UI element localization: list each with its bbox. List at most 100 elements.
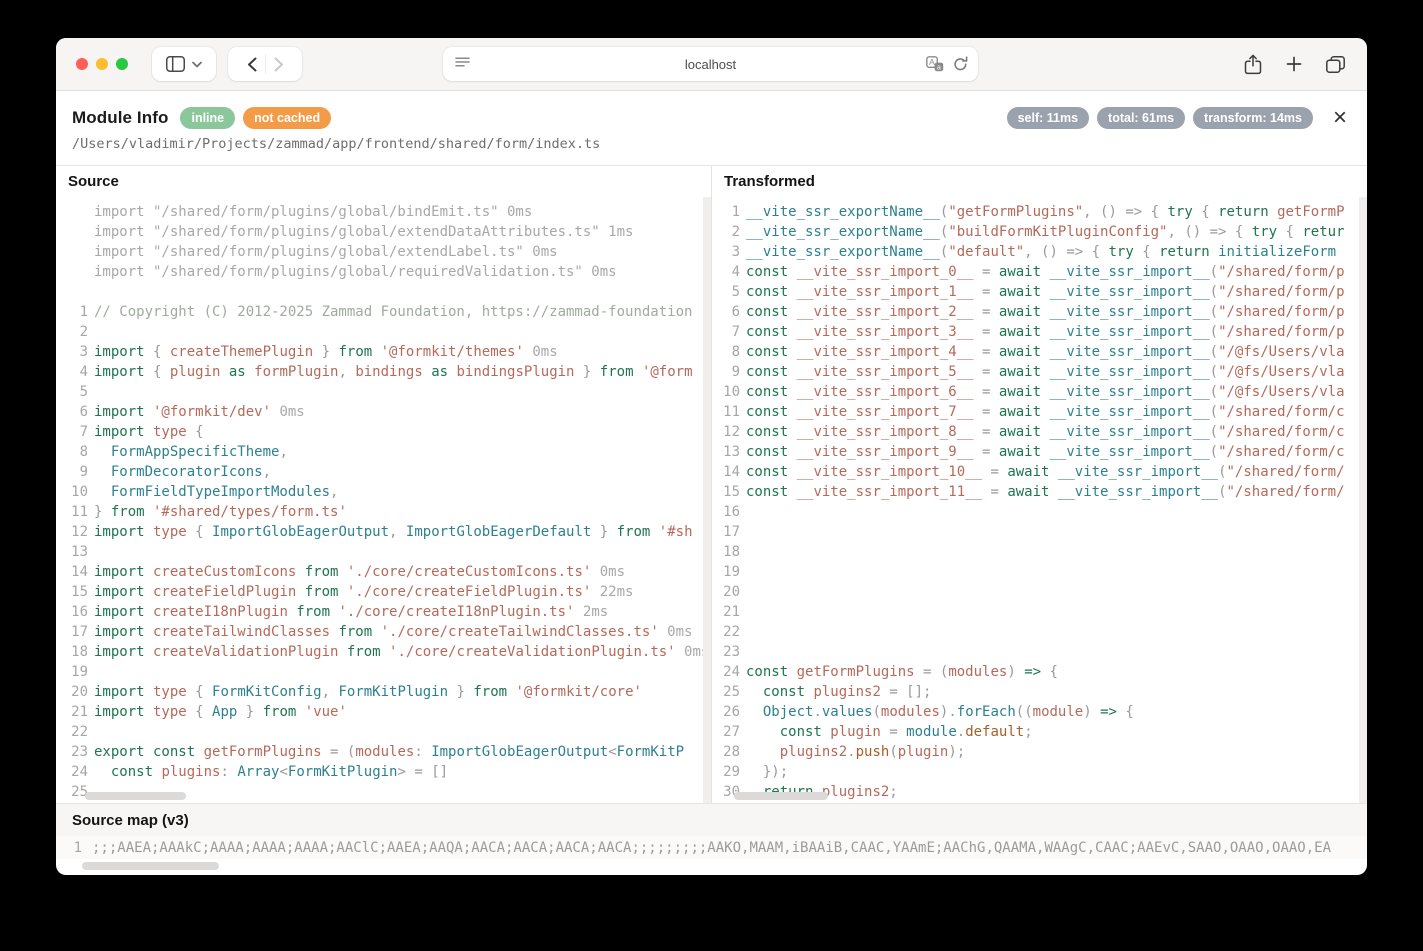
close-window-button[interactable] xyxy=(76,58,88,70)
code-line: 8const __vite_ssr_import_4__ = await __v… xyxy=(712,342,1367,362)
zoom-window-button[interactable] xyxy=(116,58,128,70)
line-content xyxy=(740,522,746,542)
code-line: 20import type { FormKitConfig, FormKitPl… xyxy=(56,682,711,702)
line-content xyxy=(740,562,746,582)
tab-overview-icon[interactable] xyxy=(1326,56,1345,73)
sourcemap-horizontal-scrollbar[interactable] xyxy=(82,862,219,870)
reader-icon[interactable] xyxy=(455,57,470,70)
nav-separator xyxy=(265,54,266,74)
line-content: import "/shared/form/plugins/global/bind… xyxy=(88,202,532,222)
code-line: 6import '@formkit/dev' 0ms xyxy=(56,402,711,422)
sidebar-toggle-button[interactable] xyxy=(152,47,216,81)
code-line: import "/shared/form/plugins/global/bind… xyxy=(56,202,711,222)
code-line: 4const __vite_ssr_import_0__ = await __v… xyxy=(712,262,1367,282)
line-number: 9 xyxy=(56,462,88,482)
code-line: import "/shared/form/plugins/global/exte… xyxy=(56,222,711,242)
line-content: }); xyxy=(740,762,788,782)
code-line: 15import createFieldPlugin from './core/… xyxy=(56,582,711,602)
new-tab-icon[interactable] xyxy=(1286,56,1302,72)
line-content: const plugins: Array<FormKitPlugin> = [] xyxy=(88,762,448,782)
line-number: 6 xyxy=(712,302,740,322)
line-number: 6 xyxy=(56,402,88,422)
code-line: import "/shared/form/plugins/global/exte… xyxy=(56,242,711,262)
line-content: import type { App } from 'vue' xyxy=(88,702,347,722)
line-number: 27 xyxy=(712,722,740,742)
transformed-panel-title: Transformed xyxy=(712,166,1367,197)
forward-button[interactable] xyxy=(274,57,284,72)
line-content xyxy=(740,602,746,622)
line-content xyxy=(88,382,94,402)
line-content: export const getFormPlugins = (modules: … xyxy=(88,742,684,762)
line-number: 9 xyxy=(712,362,740,382)
line-number: 10 xyxy=(712,382,740,402)
code-line: 3__vite_ssr_exportName__("default", () =… xyxy=(712,242,1367,262)
line-number: 4 xyxy=(56,362,88,382)
line-content xyxy=(740,582,746,602)
line-content: const __vite_ssr_import_3__ = await __vi… xyxy=(740,322,1345,342)
code-line: import "/shared/form/plugins/global/requ… xyxy=(56,262,711,282)
timing-badge: self: 11ms xyxy=(1007,107,1089,129)
module-badges: inlinenot cached xyxy=(180,107,331,129)
line-content: // Copyright (C) 2012-2025 Zammad Founda… xyxy=(88,302,692,322)
line-number: 15 xyxy=(56,582,88,602)
code-line: 9 FormDecoratorIcons, xyxy=(56,462,711,482)
back-button[interactable] xyxy=(247,57,257,72)
line-content: const __vite_ssr_import_5__ = await __vi… xyxy=(740,362,1345,382)
line-content: FormAppSpecificTheme, xyxy=(88,442,288,462)
line-number: 10 xyxy=(56,482,88,502)
line-content: Object.values(modules).forEach((module) … xyxy=(740,702,1134,722)
line-number: 1 xyxy=(56,302,88,322)
line-content: __vite_ssr_exportName__("buildFormKitPlu… xyxy=(740,222,1345,242)
line-content: const plugin = module.default; xyxy=(740,722,1033,742)
source-vertical-scrollbar[interactable] xyxy=(703,197,711,803)
line-content: plugins2.push(plugin); xyxy=(740,742,965,762)
line-content xyxy=(88,322,94,342)
line-number: 2 xyxy=(56,322,88,342)
address-bar[interactable]: localhost Aa xyxy=(443,47,978,81)
line-number: 4 xyxy=(712,262,740,282)
code-line: 24const getFormPlugins = (modules) => { xyxy=(712,662,1367,682)
code-line: 15const __vite_ssr_import_11__ = await _… xyxy=(712,482,1367,502)
line-content: const __vite_ssr_import_10__ = await __v… xyxy=(740,462,1345,482)
line-number: 25 xyxy=(712,682,740,702)
svg-text:A: A xyxy=(929,57,935,67)
code-line: 21import type { App } from 'vue' xyxy=(56,702,711,722)
line-number: 24 xyxy=(712,662,740,682)
code-line xyxy=(56,282,711,302)
translate-icon[interactable]: Aa xyxy=(926,56,944,72)
minimize-window-button[interactable] xyxy=(96,58,108,70)
sourcemap-line: 1 ;;;AAEA;AAAkC;AAAA;AAAA;AAAA;AAClC;AAE… xyxy=(56,836,1367,859)
line-number: 17 xyxy=(712,522,740,542)
reload-icon[interactable] xyxy=(953,56,968,72)
line-content xyxy=(88,662,94,682)
transformed-horizontal-scrollbar[interactable] xyxy=(734,792,828,800)
line-number: 29 xyxy=(712,762,740,782)
line-content: const __vite_ssr_import_8__ = await __vi… xyxy=(740,422,1345,442)
code-line: 29 }); xyxy=(712,762,1367,782)
transformed-vertical-scrollbar[interactable] xyxy=(1359,197,1367,803)
url-text: localhost xyxy=(685,57,736,72)
line-number: 13 xyxy=(56,542,88,562)
code-line: 22 xyxy=(712,622,1367,642)
code-line: 9const __vite_ssr_import_5__ = await __v… xyxy=(712,362,1367,382)
transformed-panel: Transformed 1__vite_ssr_exportName__("ge… xyxy=(712,166,1367,803)
line-number: 1 xyxy=(712,202,740,222)
chevron-down-icon xyxy=(192,61,202,68)
close-icon[interactable]: × xyxy=(1333,108,1347,128)
code-line: 17 xyxy=(712,522,1367,542)
line-content: FormFieldTypeImportModules, xyxy=(88,482,338,502)
code-line: 4import { plugin as formPlugin, bindings… xyxy=(56,362,711,382)
line-number: 28 xyxy=(712,742,740,762)
source-panel: Source import "/shared/form/plugins/glob… xyxy=(56,166,712,803)
sourcemap-title: Source map (v3) xyxy=(56,804,1367,836)
line-number: 5 xyxy=(712,282,740,302)
line-content xyxy=(740,542,746,562)
line-number: 8 xyxy=(56,442,88,462)
code-line: 19 xyxy=(712,562,1367,582)
share-icon[interactable] xyxy=(1244,54,1262,75)
svg-text:a: a xyxy=(937,64,941,71)
code-line: 24 const plugins: Array<FormKitPlugin> =… xyxy=(56,762,711,782)
line-number: 5 xyxy=(56,382,88,402)
source-horizontal-scrollbar[interactable] xyxy=(85,792,186,800)
line-content xyxy=(740,642,746,662)
